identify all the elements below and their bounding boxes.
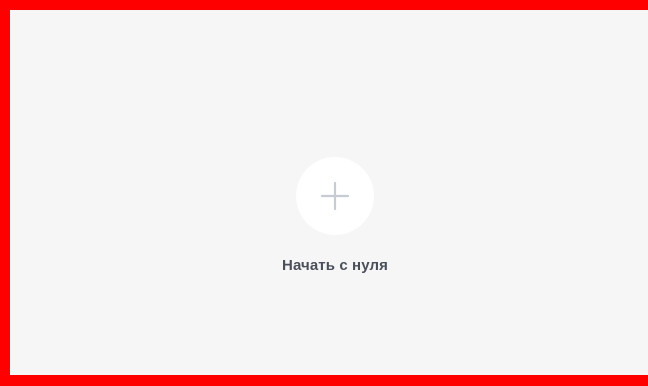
start-from-scratch-label: Начать с нуля (282, 257, 388, 274)
add-button[interactable] (296, 157, 374, 235)
start-from-scratch-card[interactable]: Начать с нуля (230, 150, 440, 290)
plus-icon (320, 181, 350, 211)
